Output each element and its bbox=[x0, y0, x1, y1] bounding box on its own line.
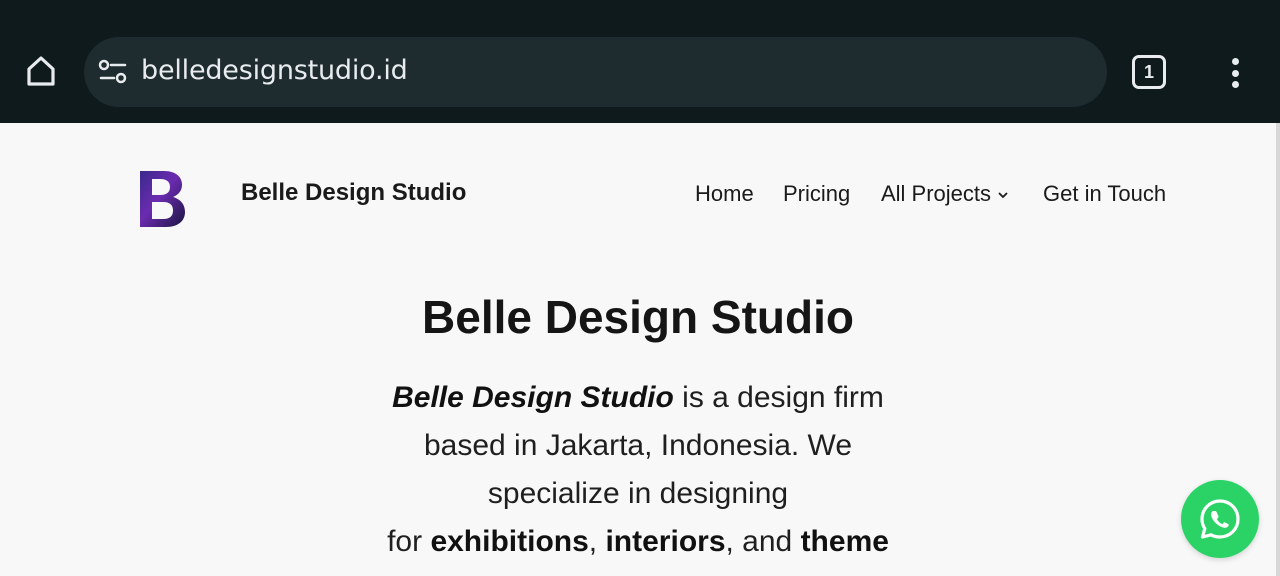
hero-brand-name: Belle Design Studio bbox=[392, 381, 674, 414]
hero-desc-line1: is a design firm bbox=[673, 381, 884, 414]
site-info-button[interactable] bbox=[98, 58, 128, 86]
browser-toolbar: belledesignstudio.id 1 bbox=[0, 0, 1280, 123]
chevron-down-icon bbox=[998, 192, 1008, 199]
page-scrollbar[interactable] bbox=[1276, 123, 1280, 576]
main-nav: Home Pricing All Projects Get in Touch bbox=[0, 181, 1276, 211]
hero-and: , and bbox=[725, 525, 801, 558]
hero-description: Belle Design Studio is a design firm bas… bbox=[340, 374, 936, 566]
home-button[interactable] bbox=[20, 50, 62, 92]
hero-exhibitions: exhibitions bbox=[430, 525, 589, 558]
nav-get-in-touch[interactable]: Get in Touch bbox=[1043, 181, 1166, 207]
hero-interiors: interiors bbox=[605, 525, 726, 558]
hero-desc-line3: specialize in designing bbox=[487, 477, 789, 510]
more-vert-icon bbox=[1231, 58, 1239, 65]
hero-theme: theme bbox=[800, 525, 889, 558]
hero-comma: , bbox=[588, 525, 606, 558]
nav-all-projects-label: All Projects bbox=[881, 181, 992, 206]
more-vert-icon-dot bbox=[1231, 69, 1239, 77]
site-settings-icon bbox=[98, 59, 127, 84]
nav-home[interactable]: Home bbox=[695, 181, 754, 207]
hero-desc-line2: based in Jakarta, Indonesia. We bbox=[423, 429, 853, 462]
hero-desc-for: for bbox=[387, 525, 431, 558]
more-vert-icon-dot bbox=[1231, 81, 1239, 88]
browser-menu-button[interactable] bbox=[1222, 54, 1248, 92]
address-bar[interactable]: belledesignstudio.id bbox=[84, 37, 1107, 107]
tab-switcher-button[interactable]: 1 bbox=[1132, 55, 1166, 89]
url-text[interactable]: belledesignstudio.id bbox=[141, 55, 408, 86]
site-header: Belle Design Studio Home Pricing All Pro… bbox=[0, 123, 1276, 263]
nav-pricing[interactable]: Pricing bbox=[783, 181, 850, 207]
whatsapp-chat-button[interactable] bbox=[1181, 480, 1259, 558]
hero-title: Belle Design Studio bbox=[422, 291, 854, 343]
home-icon bbox=[27, 56, 55, 86]
nav-all-projects[interactable]: All Projects bbox=[881, 181, 1009, 207]
whatsapp-icon bbox=[1200, 499, 1240, 539]
